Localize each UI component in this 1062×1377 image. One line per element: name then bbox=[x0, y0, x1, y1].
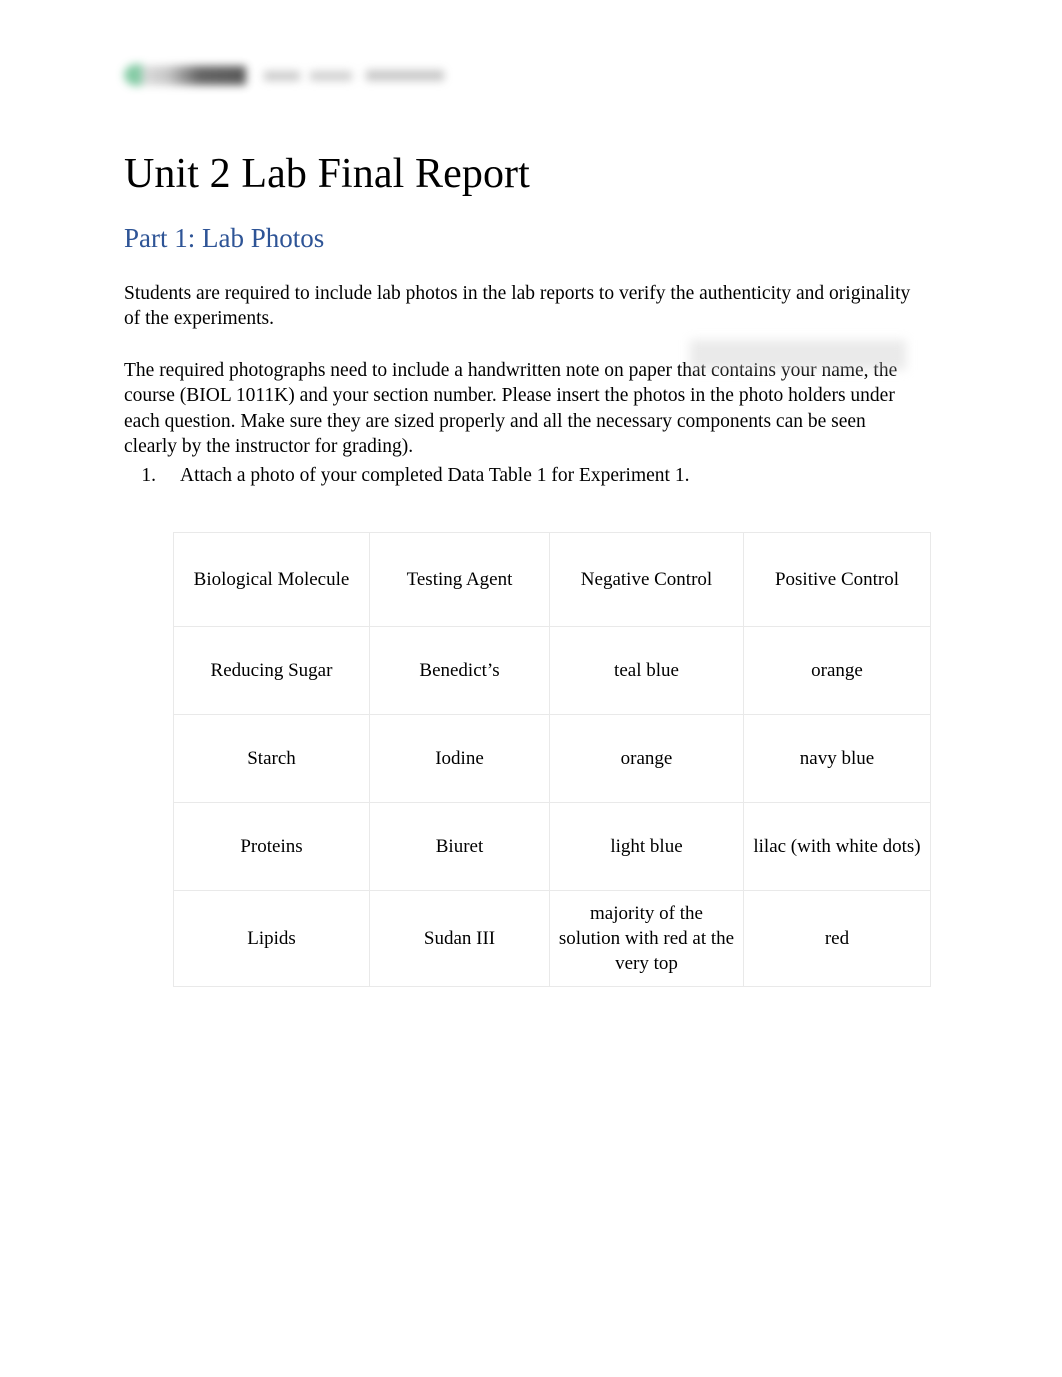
redacted-logo bbox=[124, 56, 454, 96]
cell-agent: Iodine bbox=[369, 714, 550, 803]
cell-negative-control: light blue bbox=[549, 802, 744, 891]
paragraph-intro: Students are required to include lab pho… bbox=[124, 282, 911, 330]
cell-positive-control: red bbox=[743, 890, 931, 987]
data-table-1: Biological Molecule Testing Agent Negati… bbox=[173, 532, 931, 987]
list-item-label: Attach a photo of your completed Data Ta… bbox=[180, 465, 690, 486]
page-title: Unit 2 Lab Final Report bbox=[124, 151, 530, 198]
section-heading-part-1: Part 1: Lab Photos bbox=[124, 223, 325, 254]
cell-negative-control: majority of the solution with red at the… bbox=[549, 890, 744, 987]
numbered-list: 1. Attach a photo of your completed Data… bbox=[124, 463, 916, 489]
logo-wordmark-redacted bbox=[142, 66, 246, 85]
document-header-logo bbox=[124, 56, 454, 96]
cell-negative-control: orange bbox=[549, 714, 744, 803]
cell-negative-control: teal blue bbox=[549, 626, 744, 715]
cell-molecule: Reducing Sugar bbox=[173, 626, 370, 715]
table-row: Reducing Sugar Benedict’s teal blue oran… bbox=[173, 626, 931, 715]
logo-subtext-2-redacted bbox=[310, 71, 352, 81]
cell-positive-control: lilac (with white dots) bbox=[743, 802, 931, 891]
cell-agent: Biuret bbox=[369, 802, 550, 891]
cell-positive-control: navy blue bbox=[743, 714, 931, 803]
list-item-number: 1. bbox=[141, 465, 156, 486]
column-header-testing-agent: Testing Agent bbox=[369, 532, 550, 627]
table-row: Lipids Sudan III majority of the solutio… bbox=[173, 890, 931, 987]
cell-molecule: Proteins bbox=[173, 802, 370, 891]
column-header-biological-molecule: Biological Molecule bbox=[173, 532, 370, 627]
logo-subtext-3-redacted bbox=[366, 70, 444, 81]
table-row: Proteins Biuret light blue lilac (with w… bbox=[173, 802, 931, 891]
cell-agent: Sudan III bbox=[369, 890, 550, 987]
paragraph-photo-requirements: The required photographs need to include… bbox=[124, 359, 898, 458]
cell-molecule: Lipids bbox=[173, 890, 370, 987]
table-header-row: Biological Molecule Testing Agent Negati… bbox=[173, 532, 931, 627]
list-item: 1. Attach a photo of your completed Data… bbox=[124, 463, 916, 489]
logo-subtext-1-redacted bbox=[264, 71, 300, 81]
cell-agent: Benedict’s bbox=[369, 626, 550, 715]
table-row: Starch Iodine orange navy blue bbox=[173, 714, 931, 803]
column-header-negative-control: Negative Control bbox=[549, 532, 744, 627]
document-page: Unit 2 Lab Final Report Part 1: Lab Phot… bbox=[0, 0, 1062, 1377]
column-header-positive-control: Positive Control bbox=[743, 532, 931, 627]
data-table-container: Biological Molecule Testing Agent Negati… bbox=[173, 532, 931, 987]
cell-positive-control: orange bbox=[743, 626, 931, 715]
cell-molecule: Starch bbox=[173, 714, 370, 803]
